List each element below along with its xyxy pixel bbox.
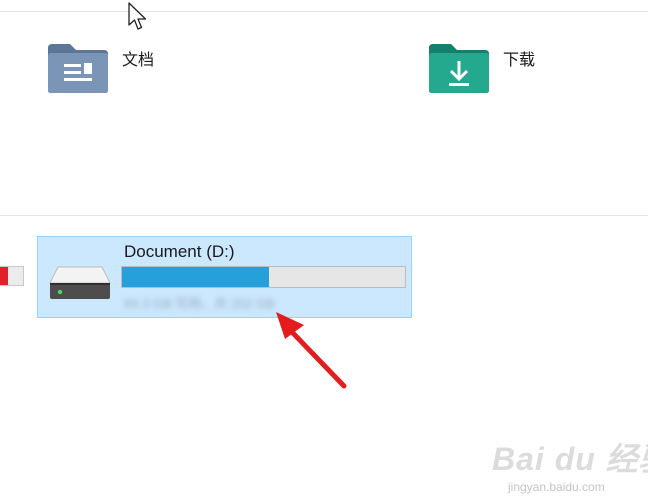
documents-folder-label: 文档 (122, 50, 155, 69)
downloads-folder-label: 下载 (503, 50, 536, 69)
section-divider (0, 215, 648, 216)
hard-drive-icon (49, 266, 111, 299)
file-explorer-view: 文档 下载 Document (D:) 84.3 GB 可用，共 252 GB (0, 0, 648, 504)
partial-drive-usage-fill (0, 267, 8, 285)
partial-drive-usage-bar (0, 266, 24, 286)
drive-usage-fill (122, 267, 270, 287)
baidu-jingyan-watermark: Bai du 经验 jingyan.baidu.com (492, 432, 648, 498)
watermark-text: Bai du 经验 (492, 441, 648, 477)
downloads-folder[interactable]: 下载 (427, 42, 567, 96)
watermark-subtext: jingyan.baidu.com (508, 480, 605, 494)
drive-free-space: 84.3 GB 可用，共 252 GB (124, 296, 276, 311)
downloads-folder-icon (429, 44, 489, 93)
documents-folder-icon (48, 44, 108, 93)
red-arrow-icon (276, 312, 347, 389)
drive-usage-bar (121, 266, 406, 288)
top-divider (0, 11, 648, 12)
mouse-pointer-icon (128, 2, 147, 30)
drive-name: Document (D:) (124, 242, 235, 261)
documents-folder[interactable]: 文档 (46, 42, 186, 96)
